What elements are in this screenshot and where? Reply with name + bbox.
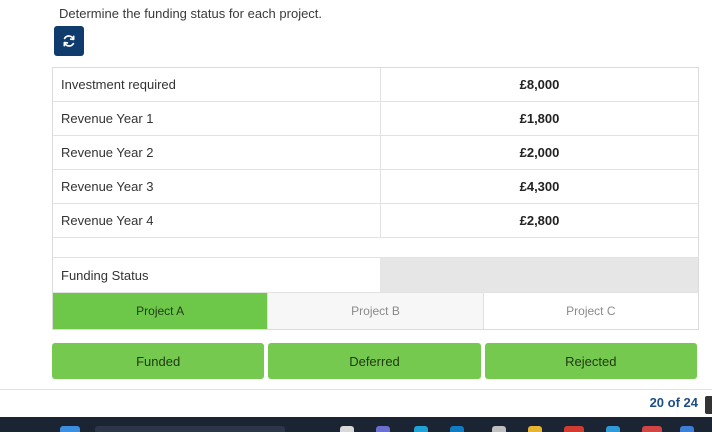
- funding-status-drop-zone[interactable]: [380, 258, 698, 292]
- funding-status-label: Funding Status: [61, 267, 149, 283]
- instruction-text: Determine the funding status for each pr…: [59, 6, 323, 21]
- app-icon[interactable]: [680, 426, 694, 432]
- tab-project-b[interactable]: Project B: [268, 293, 484, 329]
- tab-project-c[interactable]: Project C: [483, 293, 698, 329]
- app-icon[interactable]: [492, 426, 506, 432]
- refresh-button[interactable]: [54, 26, 84, 56]
- project-data-table: Investment required £8,000 Revenue Year …: [52, 67, 699, 330]
- project-tabs: Project A Project B Project C: [53, 293, 698, 330]
- row-label: Investment required: [53, 68, 381, 101]
- row-value: £2,800: [519, 213, 560, 228]
- app-icon[interactable]: [340, 426, 354, 432]
- row-label: Revenue Year 1: [53, 102, 381, 135]
- tab-project-a[interactable]: Project A: [53, 293, 269, 329]
- funded-option[interactable]: Funded: [52, 343, 265, 379]
- funding-status-row: Funding Status: [53, 258, 698, 293]
- app-icon[interactable]: [606, 426, 620, 432]
- table-row: Investment required £8,000: [53, 68, 698, 102]
- app-icon[interactable]: [450, 426, 464, 432]
- app-icon[interactable]: [564, 426, 584, 432]
- rejected-option[interactable]: Rejected: [484, 343, 697, 379]
- table-row: Revenue Year 3 £4,300: [53, 170, 698, 204]
- row-value: £2,000: [519, 145, 560, 160]
- refresh-icon: [63, 35, 75, 47]
- table-row: Revenue Year 2 £2,000: [53, 136, 698, 170]
- footer-divider: [0, 389, 712, 390]
- deferred-option[interactable]: Deferred: [268, 343, 481, 379]
- row-label: Revenue Year 3: [53, 170, 381, 203]
- row-value: £8,000: [519, 77, 560, 92]
- table-row: Revenue Year 4 £2,800: [53, 204, 698, 238]
- table-row: Revenue Year 1 £1,800: [53, 102, 698, 136]
- app-icon[interactable]: [414, 426, 428, 432]
- side-panel-handle[interactable]: [705, 396, 712, 414]
- os-taskbar: [0, 417, 712, 432]
- start-icon[interactable]: [60, 426, 80, 432]
- row-value: £1,800: [519, 111, 560, 126]
- status-options: Funded Deferred Rejected: [52, 343, 697, 379]
- table-spacer: [53, 238, 698, 258]
- app-icon[interactable]: [528, 426, 542, 432]
- taskbar-search-box[interactable]: [95, 426, 285, 432]
- page-counter: 20 of 24: [649, 395, 698, 410]
- row-label: Revenue Year 4: [53, 204, 381, 237]
- app-icon[interactable]: [376, 426, 390, 432]
- app-icon[interactable]: [642, 426, 662, 432]
- row-value: £4,300: [519, 179, 560, 194]
- row-label: Revenue Year 2: [53, 136, 381, 169]
